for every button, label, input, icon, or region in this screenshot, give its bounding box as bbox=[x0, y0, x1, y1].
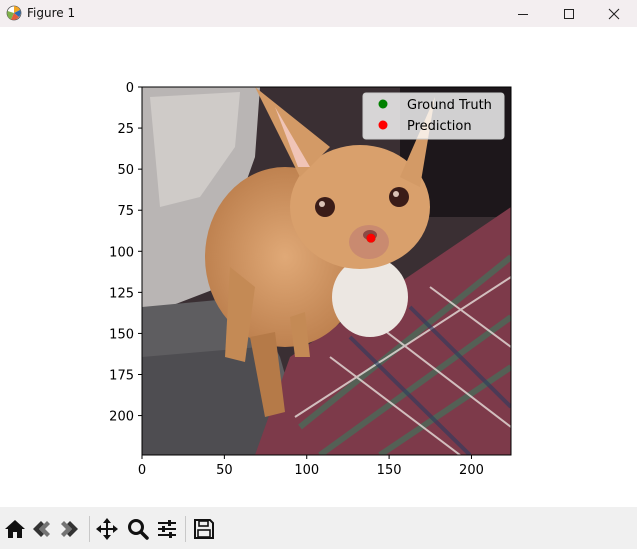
x-tick-label: 50 bbox=[216, 463, 233, 478]
title-bar: Figure 1 bbox=[0, 0, 637, 27]
y-tick-label: 150 bbox=[109, 327, 134, 342]
x-tick-label: 100 bbox=[294, 463, 319, 478]
y-tick-label: 0 bbox=[126, 81, 134, 96]
back-button[interactable] bbox=[30, 517, 54, 541]
toolbar-separator bbox=[185, 516, 186, 542]
maximize-icon bbox=[564, 8, 574, 19]
back-icon bbox=[33, 521, 50, 537]
x-tick-label: 150 bbox=[377, 463, 402, 478]
maximize-button[interactable] bbox=[546, 0, 592, 27]
configure-subplots-button[interactable] bbox=[155, 517, 179, 541]
legend-label-prediction: Prediction bbox=[407, 119, 472, 134]
window-title: Figure 1 bbox=[27, 6, 76, 20]
y-tick-label: 200 bbox=[109, 410, 134, 425]
close-icon bbox=[608, 8, 620, 19]
plot-area[interactable]: 0 50 100 150 200 0 25 50 75 100 125 150 175 200 Grou… bbox=[0, 27, 637, 507]
forward-icon bbox=[61, 521, 78, 537]
legend-marker-prediction bbox=[378, 120, 388, 130]
y-tick-label: 75 bbox=[117, 204, 134, 219]
toolbar-separator bbox=[89, 516, 90, 542]
pan-icon bbox=[96, 518, 118, 540]
figure-canvas[interactable]: 0 50 100 150 200 0 25 50 75 100 125 150 175 200 Grou… bbox=[0, 27, 637, 507]
forward-button[interactable] bbox=[57, 517, 81, 541]
y-tick-label: 125 bbox=[109, 286, 134, 301]
save-icon bbox=[194, 519, 214, 539]
figure-window: Figure 1 0 50 100 150 200 0 25 50 75 100… bbox=[0, 0, 637, 549]
y-tick-label: 25 bbox=[117, 122, 134, 137]
save-button[interactable] bbox=[192, 517, 216, 541]
close-button[interactable] bbox=[591, 0, 637, 27]
dog-photo bbox=[142, 87, 511, 455]
home-button[interactable] bbox=[3, 517, 27, 541]
x-tick-label: 200 bbox=[459, 463, 484, 478]
matplotlib-app-icon bbox=[6, 5, 22, 21]
zoom-icon bbox=[128, 519, 149, 540]
x-tick-label: 0 bbox=[138, 463, 146, 478]
legend-label-ground-truth: Ground Truth bbox=[407, 98, 492, 113]
legend-marker-ground-truth bbox=[378, 99, 388, 109]
zoom-button[interactable] bbox=[126, 517, 150, 541]
configure-icon bbox=[158, 520, 176, 538]
y-tick-label: 175 bbox=[109, 369, 134, 384]
home-icon bbox=[5, 520, 25, 538]
y-tick-label: 50 bbox=[117, 163, 134, 178]
navigation-toolbar bbox=[0, 507, 637, 549]
data-points bbox=[366, 233, 376, 243]
y-tick-label: 100 bbox=[109, 245, 134, 260]
legend: Ground Truth Prediction bbox=[362, 92, 505, 140]
pan-button[interactable] bbox=[95, 517, 119, 541]
point-prediction bbox=[366, 233, 376, 243]
y-axis: 0 25 50 75 100 125 150 175 200 bbox=[109, 81, 142, 425]
x-axis: 0 50 100 150 200 bbox=[138, 455, 484, 478]
minimize-icon bbox=[518, 13, 528, 15]
minimize-button[interactable] bbox=[500, 0, 546, 27]
